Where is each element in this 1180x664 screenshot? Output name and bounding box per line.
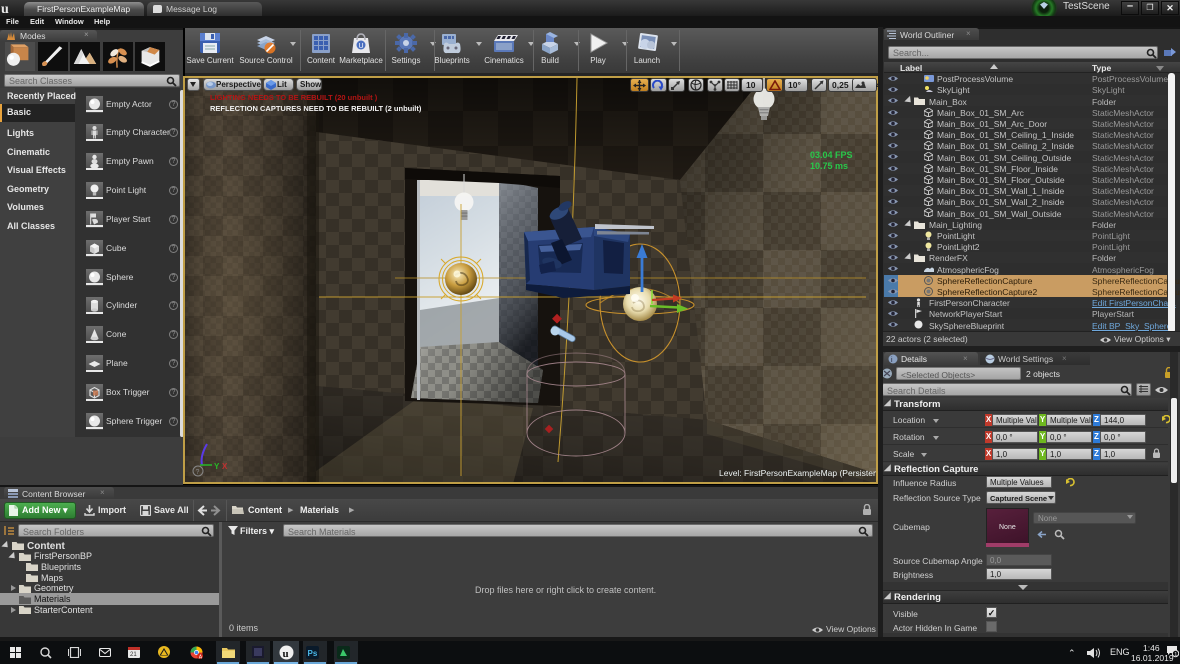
svg-text:Ps: Ps: [308, 649, 318, 658]
svg-text:?: ?: [196, 469, 200, 476]
svg-text:REFLECTION CAPTURES NEED TO BE: REFLECTION CAPTURES NEED TO BE REBUILT (…: [210, 104, 422, 113]
svg-text:u: u: [283, 648, 289, 660]
svg-text:Y: Y: [214, 462, 220, 471]
svg-text:X: X: [222, 462, 228, 471]
svg-text:21: 21: [130, 652, 137, 658]
svg-text:u: u: [1, 2, 9, 16]
svg-text:Level: FirstPersonExampleMap: Level: FirstPersonExampleMap (Persistent…: [719, 468, 878, 478]
svg-text:1: 1: [1174, 652, 1177, 658]
svg-text:03.04 FPS: 03.04 FPS: [810, 150, 853, 160]
svg-text:10.75 ms: 10.75 ms: [810, 161, 848, 171]
svg-text:LIGHTING NEEDS TO BE REBUILT (: LIGHTING NEEDS TO BE REBUILT (20 unbuilt…: [210, 93, 378, 102]
svg-text:U: U: [358, 43, 363, 50]
